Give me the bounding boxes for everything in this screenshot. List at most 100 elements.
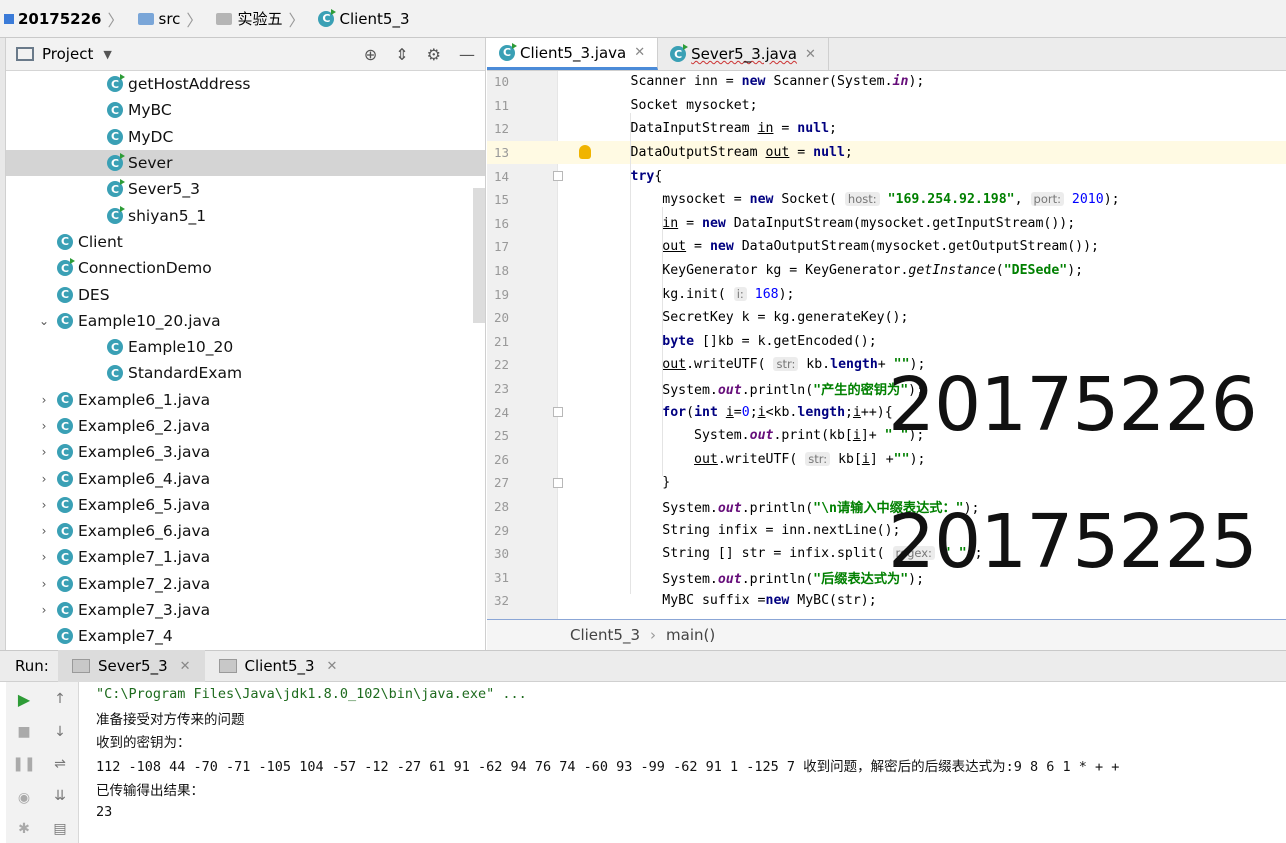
tree-item[interactable]: C Example7_4 — [6, 623, 485, 649]
tree-item-label: MyDC — [128, 127, 174, 146]
code-line[interactable]: 18 KeyGenerator kg = KeyGenerator.getIns… — [487, 259, 1286, 283]
chevron-down-icon[interactable]: ▼ — [103, 48, 111, 61]
code-text: SecretKey k = kg.generateKey(); — [567, 310, 909, 326]
gear-icon[interactable]: ⚙ — [427, 45, 441, 64]
close-icon[interactable]: ✕ — [327, 659, 338, 674]
chevron-right-icon[interactable]: › — [37, 603, 51, 617]
code-line[interactable]: 12 DataInputStream in = null; — [487, 117, 1286, 141]
chevron-right-icon[interactable]: › — [37, 498, 51, 512]
tree-item[interactable]: C Sever5_3 — [6, 176, 485, 202]
close-icon[interactable]: ✕ — [805, 47, 816, 62]
code-line[interactable]: 16 in = new DataInputStream(mysocket.get… — [487, 212, 1286, 236]
chevron-right-icon[interactable]: › — [37, 445, 51, 459]
code-line[interactable]: 19 kg.init( i: 168); — [487, 282, 1286, 306]
tree-item[interactable]: C Eample10_20 — [6, 334, 485, 360]
locate-icon[interactable]: ⊕ — [364, 45, 377, 64]
tree-item[interactable]: › C Example6_3.java — [6, 439, 485, 465]
chevron-right-icon[interactable]: › — [37, 472, 51, 486]
print-icon[interactable]: ▤ — [51, 820, 69, 838]
tab-sever5-3[interactable]: C Sever5_3.java ✕ — [658, 38, 829, 70]
run-icon[interactable]: ▶ — [15, 690, 33, 709]
tree-item[interactable]: ⌄ C Eample10_20.java — [6, 308, 485, 334]
hide-panel-icon[interactable]: — — [459, 45, 475, 64]
class-icon: C — [57, 523, 73, 540]
code-line[interactable]: 10 Scanner inn = new Scanner(System.in); — [487, 71, 1286, 94]
editor-breadcrumb-method[interactable]: main() — [666, 626, 715, 644]
tree-item[interactable]: › C Example6_4.java — [6, 465, 485, 491]
code-line[interactable]: 27 } — [487, 471, 1286, 495]
run-tab-label: Client5_3 — [244, 657, 315, 675]
project-scrollbar[interactable] — [473, 188, 485, 323]
tree-item[interactable]: C DES — [6, 281, 485, 307]
tree-item[interactable]: › C Example6_2.java — [6, 413, 485, 439]
breadcrumb-src[interactable]: src 〉 — [134, 0, 213, 38]
close-icon[interactable]: ✕ — [634, 45, 645, 60]
arrow-up-icon[interactable]: ↑ — [51, 690, 69, 708]
arrow-down-icon[interactable]: ↓ — [51, 723, 69, 741]
breadcrumb-package[interactable]: 实验五 〉 — [212, 0, 314, 38]
breadcrumb-file[interactable]: C Client5_3 — [314, 0, 413, 38]
stop-icon[interactable]: ■ — [15, 723, 33, 741]
tree-item[interactable]: › C Example6_6.java — [6, 518, 485, 544]
scroll-to-end-icon[interactable]: ⇊ — [51, 787, 69, 805]
tree-item[interactable]: Cshiyan5_1 — [6, 202, 485, 228]
code-line[interactable]: 11 Socket mysocket; — [487, 94, 1286, 118]
project-view-icon — [16, 47, 34, 61]
code-line[interactable]: 26 out.writeUTF( str: kb[i] +""); — [487, 448, 1286, 472]
code-line[interactable]: 21 byte []kb = k.getEncoded(); — [487, 330, 1286, 354]
tree-item[interactable]: › C Example7_3.java — [6, 597, 485, 623]
code-line[interactable]: 20 SecretKey k = kg.generateKey(); — [487, 306, 1286, 330]
tree-item[interactable]: › C Example6_5.java — [6, 492, 485, 518]
breadcrumb-project[interactable]: 20175226 〉 — [0, 0, 134, 38]
chevron-right-icon[interactable]: › — [37, 577, 51, 591]
code-line[interactable]: 14 try{ — [487, 164, 1286, 188]
close-icon[interactable]: ✕ — [180, 659, 191, 674]
project-panel-tools: ⊕ ⇕ ⚙ — — [364, 38, 475, 71]
tree-item[interactable]: › C Example7_2.java — [6, 571, 485, 597]
tree-item-label: Example6_1.java — [78, 390, 211, 409]
chevron-right-icon[interactable]: › — [37, 524, 51, 538]
lightbulb-icon[interactable] — [579, 144, 591, 159]
fold-icon[interactable] — [553, 407, 563, 418]
fold-icon[interactable] — [553, 478, 563, 489]
chevron-down-icon[interactable]: ⌄ — [37, 314, 51, 328]
class-icon: C — [57, 391, 73, 408]
tree-item[interactable]: C MyDC — [6, 124, 485, 150]
editor-breadcrumb: Client5_3 › main() — [487, 619, 1286, 650]
project-tree: CgetHostAddress C MyBC C MyDC C Sever C Sever5_3… — [6, 71, 485, 650]
soft-wrap-icon[interactable]: ⇌ — [51, 755, 69, 773]
debug-icon[interactable]: ✱ — [15, 820, 33, 838]
run-tab-sever5-3[interactable]: Sever5_3 ✕ — [58, 650, 205, 682]
tree-item-label: DES — [78, 285, 110, 304]
tree-item[interactable]: C Client — [6, 229, 485, 255]
code-line[interactable]: 17 out = new DataOutputStream(mysocket.g… — [487, 235, 1286, 259]
code-line[interactable]: 32 MyBC suffix =new MyBC(str); — [487, 589, 1286, 613]
project-panel-title[interactable]: Project — [42, 45, 93, 63]
chevron-right-icon: 〉 — [186, 10, 203, 30]
tree-item[interactable]: C StandardExam — [6, 360, 485, 386]
tree-item[interactable]: C ConnectionDemo — [6, 255, 485, 281]
chevron-right-icon[interactable]: › — [37, 550, 51, 564]
run-tab-client5-3[interactable]: Client5_3 ✕ — [205, 650, 352, 682]
console-output[interactable]: "C:\Program Files\Java\jdk1.8.0_102\bin\… — [96, 682, 1286, 843]
line-number: 18 — [493, 263, 509, 279]
class-icon: C — [670, 44, 689, 62]
tree-item[interactable]: › C Example7_1.java — [6, 544, 485, 570]
chevron-right-icon[interactable]: › — [37, 419, 51, 433]
tree-item[interactable]: › C Example6_1.java — [6, 387, 485, 413]
camera-icon[interactable]: ◉ — [15, 789, 33, 807]
tree-item[interactable]: CgetHostAddress — [6, 71, 485, 97]
fold-icon[interactable] — [553, 171, 563, 182]
code-line[interactable]: 15 mysocket = new Socket( host: "169.254… — [487, 188, 1286, 212]
package-icon — [216, 12, 233, 25]
pause-icon[interactable]: ❚❚ — [12, 755, 35, 773]
editor-breadcrumb-class[interactable]: Client5_3 — [570, 626, 640, 644]
chevron-right-icon[interactable]: › — [37, 393, 51, 407]
tree-item[interactable]: C Sever — [6, 149, 485, 177]
line-number: 20 — [493, 310, 509, 326]
tab-client5-3[interactable]: C Client5_3.java ✕ — [487, 38, 659, 70]
collapse-all-icon[interactable]: ⇕ — [395, 45, 408, 64]
code-line[interactable]: 13 DataOutputStream out = null; — [487, 140, 1286, 165]
tree-item-label: Sever5_3 — [128, 180, 200, 199]
tree-item[interactable]: C MyBC — [6, 97, 485, 123]
